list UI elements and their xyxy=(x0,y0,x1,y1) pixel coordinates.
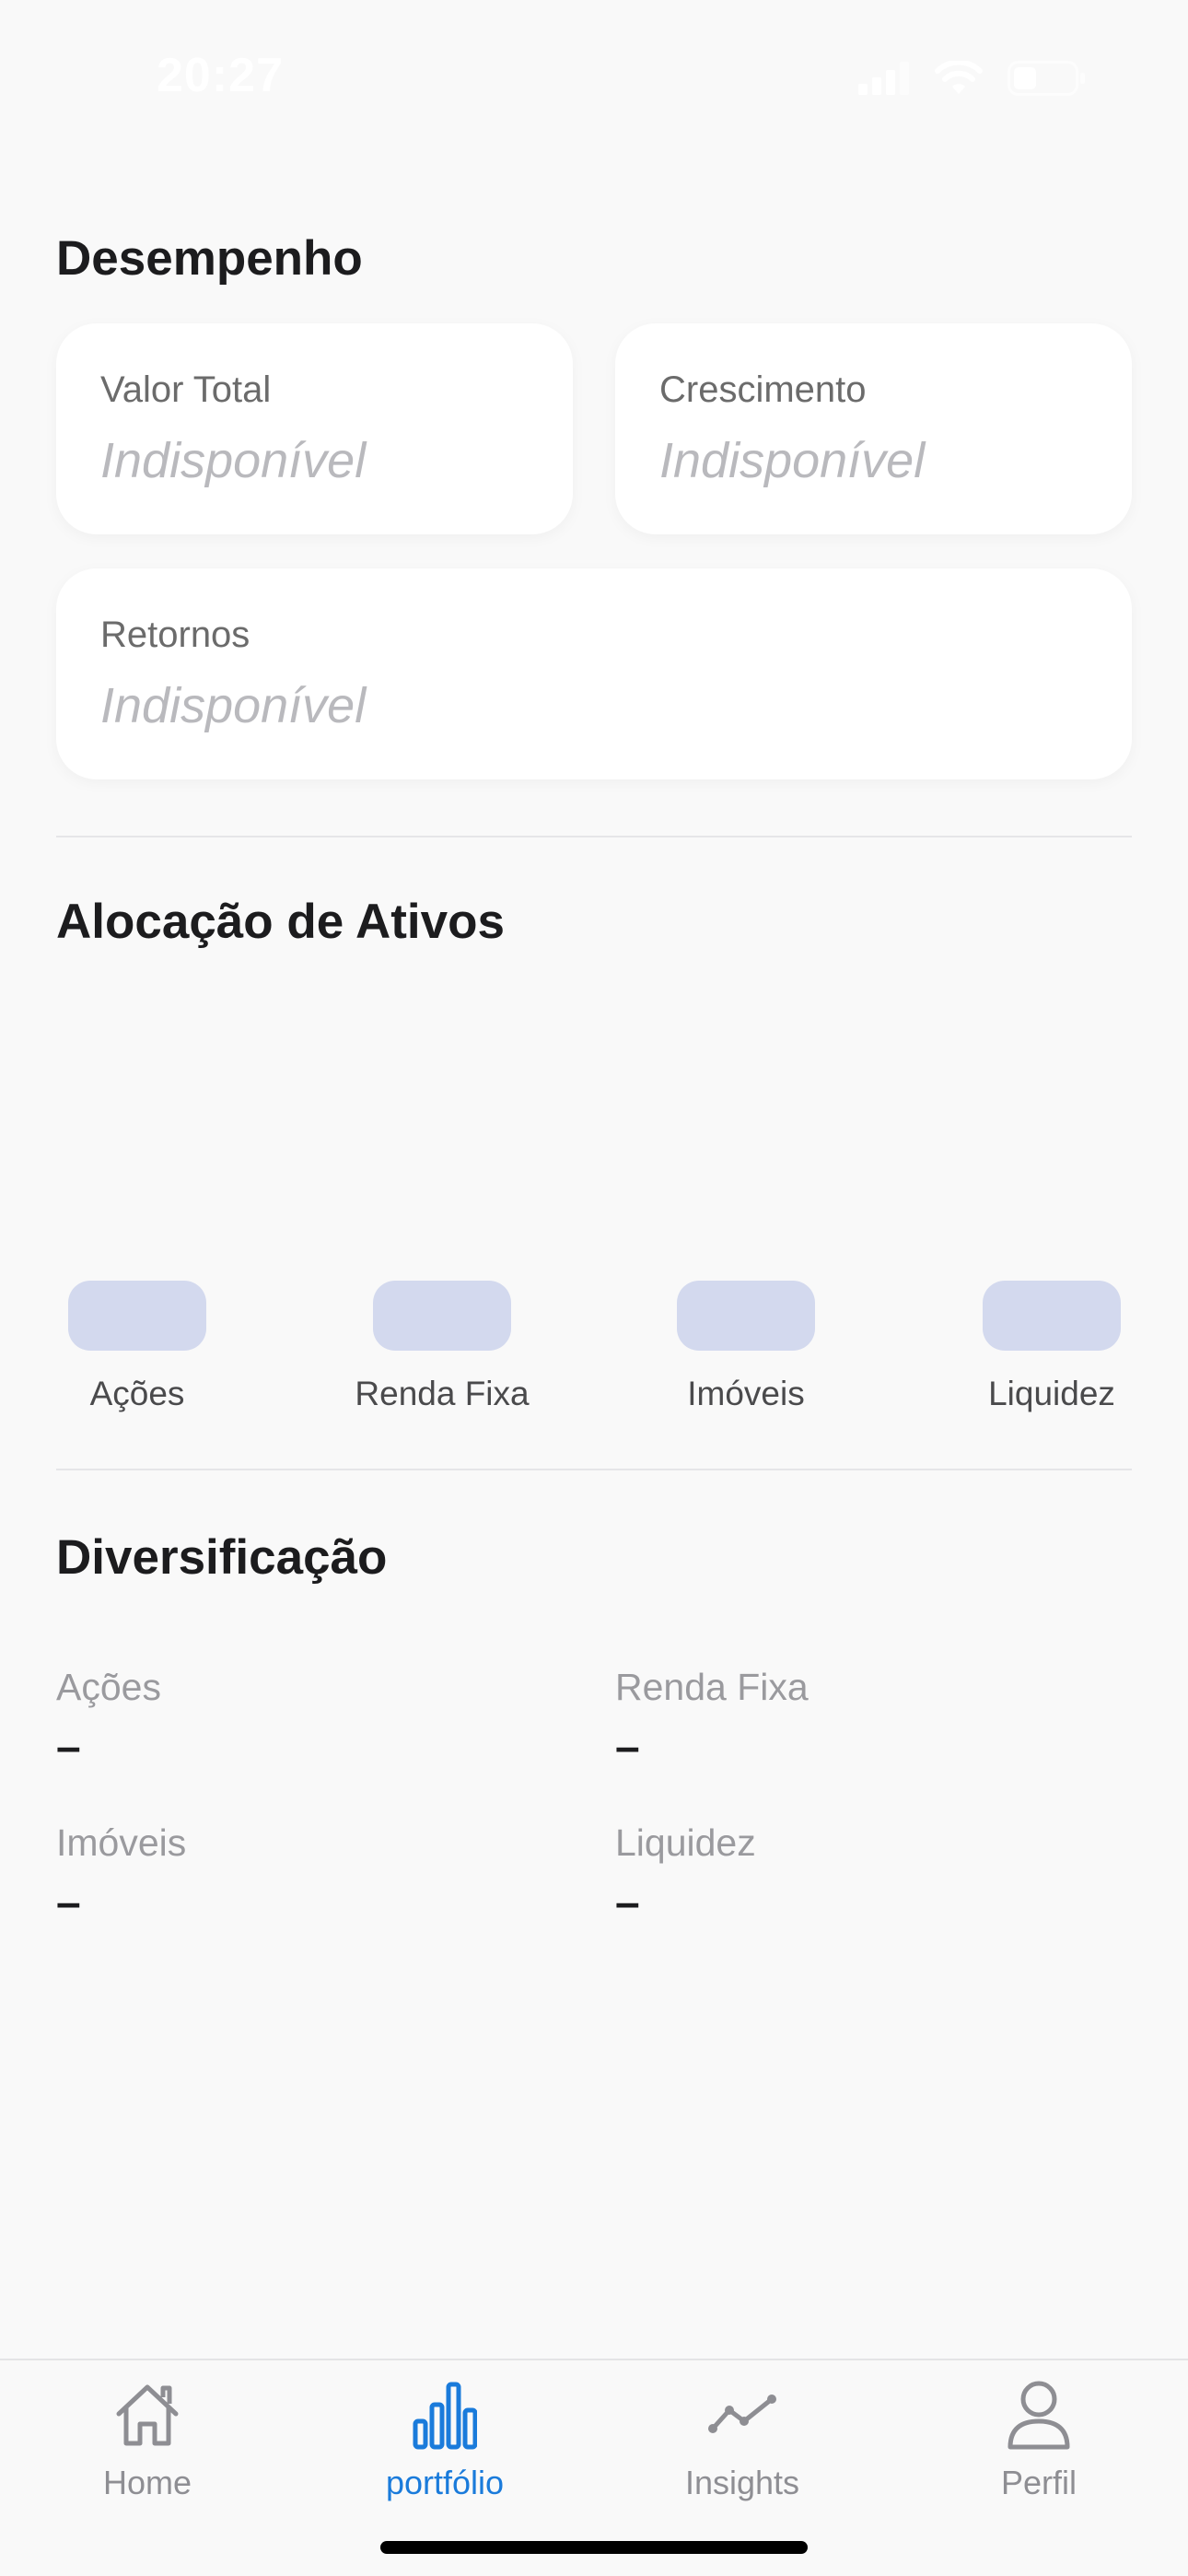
divider xyxy=(56,836,1132,837)
diversification-title: Diversificação xyxy=(56,1530,388,1585)
tab-portfolio[interactable]: portfólio xyxy=(325,2373,565,2502)
cellular-signal-icon xyxy=(858,62,909,95)
bar-chart-icon xyxy=(413,2382,477,2450)
tab-label: Perfil xyxy=(1000,2464,1077,2501)
allocation-chip xyxy=(373,1281,511,1351)
diversification-value: – xyxy=(615,1723,640,1772)
diversification-item-acoes: Ações – xyxy=(56,1666,161,1773)
tab-home[interactable]: Home xyxy=(28,2373,267,2502)
diversification-label: Imóveis xyxy=(56,1821,187,1864)
allocation-label: Liquidez xyxy=(988,1375,1115,1412)
growth-card[interactable]: Crescimento Indisponível xyxy=(615,323,1132,534)
house-icon xyxy=(116,2384,179,2446)
allocation-item-imoveis[interactable]: Imóveis xyxy=(654,1281,838,1413)
home-indicator xyxy=(380,2541,808,2554)
returns-value: Indisponível xyxy=(100,678,367,733)
diversification-item-imoveis: Imóveis – xyxy=(56,1821,186,1928)
diversification-label: Ações xyxy=(56,1666,161,1708)
performance-title: Desempenho xyxy=(56,231,363,286)
diversification-item-liquidez: Liquidez – xyxy=(615,1821,756,1928)
total-value-label: Valor Total xyxy=(100,369,272,410)
total-value-card[interactable]: Valor Total Indisponível xyxy=(56,323,573,534)
diversification-label: Liquidez xyxy=(615,1821,756,1864)
diversification-item-renda-fixa: Renda Fixa – xyxy=(615,1666,809,1773)
total-value-value: Indisponível xyxy=(100,433,367,488)
allocation-chip xyxy=(677,1281,815,1351)
battery-icon xyxy=(1007,61,1085,96)
tab-label: Home xyxy=(102,2464,192,2501)
growth-label: Crescimento xyxy=(659,369,867,410)
tab-insights[interactable]: Insights xyxy=(623,2373,862,2502)
tab-label: Insights xyxy=(684,2464,800,2501)
tab-profile[interactable]: Perfil xyxy=(919,2373,1159,2502)
allocation-chip xyxy=(983,1281,1121,1351)
status-icons xyxy=(858,61,1087,96)
diversification-value: – xyxy=(56,1879,81,1927)
returns-card[interactable]: Retornos Indisponível xyxy=(56,568,1132,779)
portfolio-screen: 20:27 Desempenho Valor Total Indisponíve… xyxy=(0,0,1188,2576)
status-bar: 20:27 xyxy=(0,0,1188,157)
diversification-label: Renda Fixa xyxy=(615,1666,809,1708)
allocation-item-liquidez[interactable]: Liquidez xyxy=(960,1281,1144,1413)
allocation-label: Renda Fixa xyxy=(355,1375,530,1412)
allocation-label: Ações xyxy=(89,1375,185,1412)
divider xyxy=(56,1469,1132,1470)
trend-line-icon xyxy=(708,2395,776,2433)
allocation-item-renda-fixa[interactable]: Renda Fixa xyxy=(350,1281,534,1413)
wifi-icon xyxy=(935,61,983,94)
status-time: 20:27 xyxy=(157,49,284,102)
allocation-label: Imóveis xyxy=(687,1375,805,1412)
person-icon xyxy=(1007,2381,1070,2450)
tab-label: portfólio xyxy=(385,2464,505,2501)
diversification-value: – xyxy=(56,1723,81,1772)
allocation-item-acoes[interactable]: Ações xyxy=(45,1281,229,1413)
diversification-value: – xyxy=(615,1879,640,1927)
returns-label: Retornos xyxy=(100,615,250,655)
allocation-chip xyxy=(68,1281,206,1351)
allocation-title: Alocação de Ativos xyxy=(56,895,505,949)
growth-value: Indisponível xyxy=(659,433,926,488)
